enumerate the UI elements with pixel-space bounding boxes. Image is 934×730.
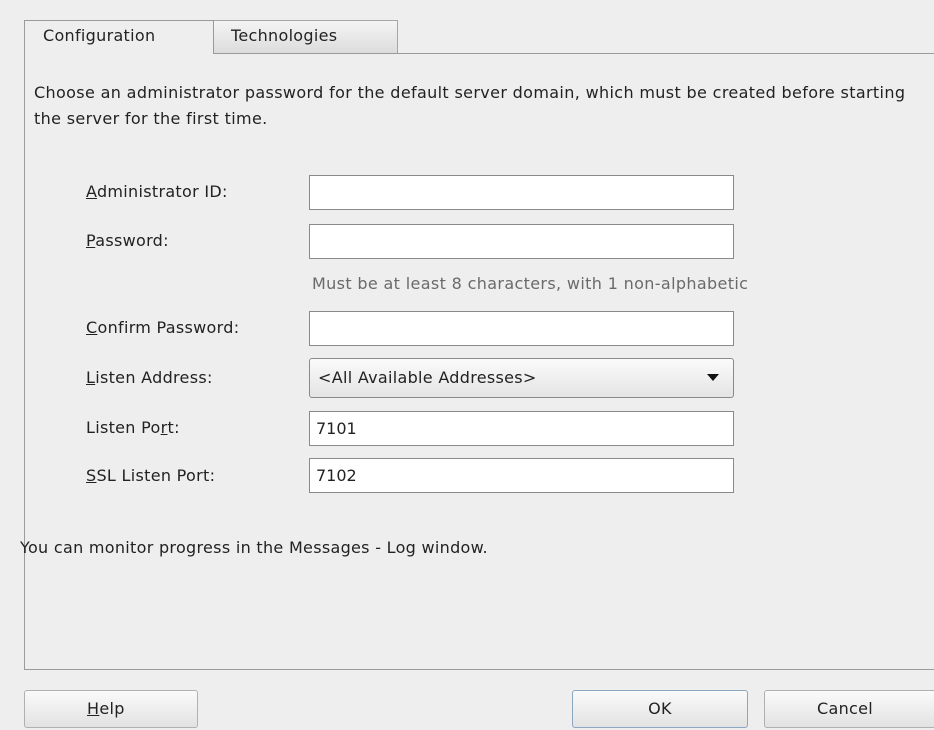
listen-address-value: <All Available Addresses> bbox=[318, 368, 537, 387]
password-hint: Must be at least 8 characters, with 1 no… bbox=[312, 274, 749, 293]
confirm-password-input[interactable] bbox=[309, 311, 734, 346]
tab-technologies[interactable]: Technologies bbox=[212, 20, 398, 53]
cancel-button[interactable]: Cancel bbox=[764, 690, 934, 728]
ssl-listen-port-input[interactable] bbox=[309, 458, 734, 493]
admin-id-input[interactable] bbox=[309, 175, 734, 210]
listen-address-select[interactable]: <All Available Addresses> bbox=[309, 358, 734, 398]
help-button[interactable]: Help bbox=[24, 690, 198, 728]
ok-button[interactable]: OK bbox=[572, 690, 748, 728]
tab-configuration[interactable]: Configuration bbox=[24, 20, 214, 54]
ssl-listen-port-label: SSL Listen Port: bbox=[86, 466, 216, 485]
listen-port-label: Listen Port: bbox=[86, 418, 180, 437]
progress-note: You can monitor progress in the Messages… bbox=[20, 538, 488, 557]
chevron-down-icon[interactable] bbox=[707, 374, 719, 381]
password-label: Password: bbox=[86, 231, 169, 250]
listen-port-input[interactable] bbox=[309, 411, 734, 446]
confirm-password-label: Confirm Password: bbox=[86, 318, 240, 337]
password-input[interactable] bbox=[309, 224, 734, 259]
admin-id-label: Administrator ID: bbox=[86, 182, 228, 201]
description-text: Choose an administrator password for the… bbox=[34, 83, 906, 128]
listen-address-label: Listen Address: bbox=[86, 368, 213, 387]
